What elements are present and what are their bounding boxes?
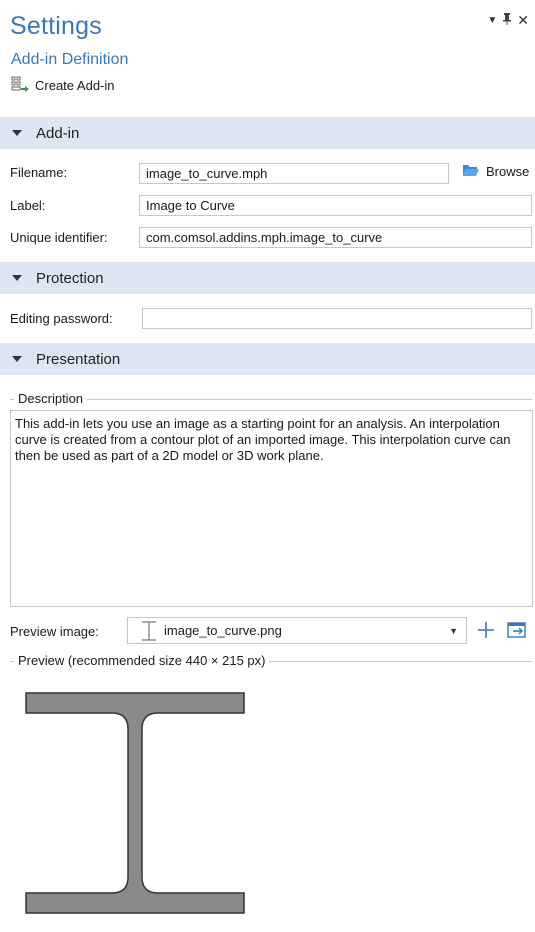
close-icon[interactable]: ✕: [517, 12, 529, 29]
panel-subtitle: Add-in Definition: [11, 51, 129, 68]
description-textarea[interactable]: This add-in lets you use an image as a s…: [10, 410, 533, 607]
section-protection-label: Protection: [36, 269, 104, 287]
description-group-label: Description: [14, 391, 88, 406]
filename-label: Filename:: [10, 165, 68, 180]
collapse-triangle-icon: [12, 275, 22, 281]
editing-password-field[interactable]: [142, 308, 532, 329]
preview-group: Preview (recommended size 440 × 215 px): [14, 653, 270, 668]
label-field[interactable]: Image to Curve: [139, 195, 532, 216]
add-image-button[interactable]: [474, 619, 498, 643]
description-group-line: [10, 399, 532, 400]
unique-identifier-field[interactable]: com.comsol.addins.mph.image_to_curve: [139, 227, 532, 248]
section-presentation[interactable]: Presentation: [0, 343, 535, 375]
panel-title: Settings: [10, 12, 102, 40]
unique-identifier-label: Unique identifier:: [10, 230, 108, 245]
editing-password-label: Editing password:: [10, 311, 113, 326]
collapse-triangle-icon: [12, 356, 22, 362]
section-addin[interactable]: Add-in: [0, 117, 535, 149]
import-image-button[interactable]: [505, 619, 529, 643]
preview-image-select[interactable]: image_to_curve.png ▼: [127, 617, 467, 644]
folder-open-icon: [462, 163, 480, 180]
preview-group-label: Preview (recommended size 440 × 215 px): [14, 653, 270, 668]
browse-label: Browse: [486, 164, 530, 179]
preview-image-value: image_to_curve.png: [164, 623, 282, 638]
preview-image: [18, 684, 255, 924]
create-addin-label: Create Add-in: [35, 78, 115, 93]
description-group: Description: [14, 391, 88, 406]
create-addin-icon: [11, 76, 31, 95]
section-addin-label: Add-in: [36, 124, 80, 142]
plus-icon: [477, 621, 495, 642]
create-addin-button[interactable]: Create Add-in: [11, 76, 115, 95]
label-label: Label:: [10, 198, 46, 213]
browse-button[interactable]: Browse: [462, 163, 529, 180]
preview-image-label: Preview image:: [10, 624, 99, 639]
pin-icon[interactable]: [503, 13, 512, 28]
filename-field[interactable]: image_to_curve.mph: [139, 163, 449, 184]
collapse-triangle-icon: [12, 130, 22, 136]
chevron-down-icon: ▼: [449, 625, 458, 636]
i-beam-shape: [25, 692, 245, 914]
import-icon: [507, 621, 527, 642]
section-protection[interactable]: Protection: [0, 262, 535, 294]
dropdown-arrow-icon[interactable]: ▼: [487, 15, 497, 26]
panel-header-controls: ▼ ✕: [487, 12, 529, 29]
image-curve-icon: [140, 620, 158, 641]
section-presentation-label: Presentation: [36, 350, 121, 368]
